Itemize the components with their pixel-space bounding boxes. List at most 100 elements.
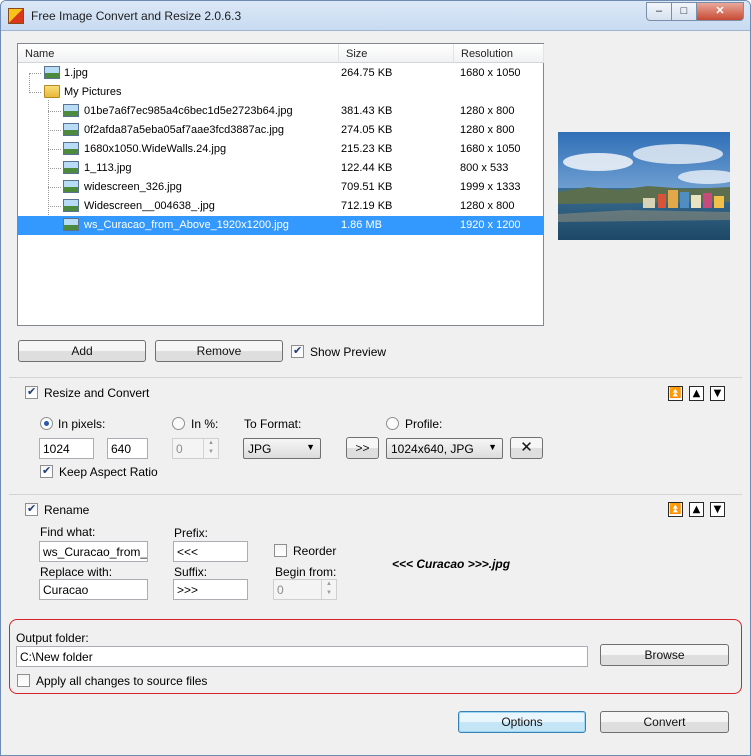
file-resolution: 800 x 533 (460, 162, 509, 174)
file-row[interactable]: Widescreen__004638_.jpg 712.19 KB 1280 x… (18, 197, 543, 216)
file-size: 122.44 KB (341, 162, 393, 174)
apply-all-checkbox[interactable] (17, 674, 30, 687)
file-size: 381.43 KB (341, 105, 393, 117)
begin-from-value: 0 (277, 583, 284, 597)
column-header-size[interactable]: Size (339, 44, 454, 63)
output-folder-input[interactable]: C:\New folder (16, 646, 588, 667)
rename-title: Rename (44, 503, 90, 517)
file-name: 01be7a6f7ec985a4c6bec1d5e2723b64.jpg (84, 105, 293, 117)
keep-aspect-checkbox[interactable] (40, 464, 53, 478)
suffix-input[interactable]: >>> (173, 579, 248, 600)
profile-label: Profile: (405, 417, 443, 431)
file-size: 712.19 KB (341, 200, 393, 212)
folder-icon (44, 85, 60, 98)
prefix-input[interactable]: <<< (173, 541, 248, 562)
file-row-selected[interactable]: ws_Curacao_from_Above_1920x1200.jpg 1.86… (18, 216, 543, 235)
file-size: 215.23 KB (341, 143, 393, 155)
remove-button[interactable]: Remove (155, 340, 283, 362)
profile-radio[interactable] (386, 417, 399, 430)
reorder-label: Reorder (293, 544, 337, 558)
resize-convert-checkbox[interactable] (25, 385, 38, 399)
file-name: widescreen_326.jpg (84, 181, 182, 193)
move-section-top-icon[interactable]: ⏫ (668, 386, 683, 401)
file-row[interactable]: 1_113.jpg 122.44 KB 800 x 533 (18, 159, 543, 178)
file-row[interactable]: 0f2afda87a5eba05af7aae3fcd3887ac.jpg 274… (18, 121, 543, 140)
delete-profile-button[interactable]: ✕ (510, 437, 543, 459)
stepper-down-icon[interactable]: ▼ (204, 448, 218, 457)
image-file-icon (63, 180, 79, 193)
height-input[interactable]: 640 (107, 438, 148, 459)
browse-button[interactable]: Browse (600, 644, 729, 666)
file-list[interactable]: Name Size Resolution 1.jpg 264.75 KB 168… (17, 43, 544, 326)
rename-result-preview: <<< Curacao >>>.jpg (392, 557, 511, 571)
file-size: 1.86 MB (341, 219, 382, 231)
window-title: Free Image Convert and Resize 2.0.6.3 (31, 9, 242, 23)
stepper-down-icon[interactable]: ▼ (322, 589, 336, 598)
in-pixels-radio[interactable] (40, 417, 53, 430)
file-row[interactable]: 1680x1050.WideWalls.24.jpg 215.23 KB 168… (18, 140, 543, 159)
in-pixels-label: In pixels: (58, 417, 106, 431)
stepper-up-icon[interactable]: ▲ (204, 439, 218, 448)
suffix-label: Suffix: (174, 565, 208, 579)
in-percent-radio[interactable] (172, 417, 185, 430)
stepper-up-icon[interactable]: ▲ (322, 580, 336, 589)
file-resolution: 1920 x 1200 (460, 219, 521, 231)
find-what-input[interactable]: ws_Curacao_from_Ab (39, 541, 148, 562)
percent-stepper[interactable]: 0 ▲ ▼ (172, 438, 219, 459)
folder-row[interactable]: My Pictures (18, 83, 543, 102)
file-size: 709.51 KB (341, 181, 393, 193)
move-section-down-icon[interactable]: ▼ (710, 502, 725, 517)
convert-button[interactable]: Convert (600, 711, 729, 733)
file-resolution: 1280 x 800 (460, 105, 515, 117)
width-input[interactable]: 1024 (39, 438, 94, 459)
file-row[interactable]: 1.jpg 264.75 KB 1680 x 1050 (18, 64, 543, 83)
profile-select[interactable]: 1024x640, JPG ▼ (386, 438, 503, 459)
app-window: Free Image Convert and Resize 2.0.6.3 – … (0, 0, 751, 756)
image-file-icon (63, 199, 79, 212)
apply-profile-button[interactable]: >> (346, 437, 379, 459)
move-section-down-icon[interactable]: ▼ (710, 386, 725, 401)
stepper-arrows[interactable]: ▲ ▼ (321, 580, 336, 599)
in-percent-label: In %: (191, 417, 219, 431)
image-file-icon (63, 123, 79, 136)
begin-from-stepper[interactable]: 0 ▲ ▼ (273, 579, 337, 600)
replace-with-input[interactable]: Curacao (39, 579, 148, 600)
minimize-button[interactable]: – (646, 2, 672, 21)
image-preview (558, 132, 730, 240)
show-preview-checkbox[interactable] (291, 344, 304, 358)
file-row[interactable]: 01be7a6f7ec985a4c6bec1d5e2723b64.jpg 381… (18, 102, 543, 121)
image-file-icon (63, 161, 79, 174)
add-button[interactable]: Add (18, 340, 146, 362)
reorder-checkbox[interactable] (274, 544, 287, 557)
replace-with-label: Replace with: (40, 565, 113, 579)
output-folder-label: Output folder: (16, 631, 89, 645)
column-header-resolution[interactable]: Resolution (454, 44, 544, 63)
image-file-icon (44, 66, 60, 79)
options-button[interactable]: Options (458, 711, 586, 733)
move-section-up-icon[interactable]: ▲ (689, 386, 704, 401)
title-bar[interactable]: Free Image Convert and Resize 2.0.6.3 – … (1, 1, 750, 31)
file-size: 274.05 KB (341, 124, 393, 136)
stepper-arrows[interactable]: ▲ ▼ (203, 439, 218, 458)
move-section-up-icon[interactable]: ▲ (689, 502, 704, 517)
find-what-label: Find what: (40, 525, 96, 539)
file-resolution: 1680 x 1050 (460, 67, 521, 79)
show-preview-label: Show Preview (310, 345, 387, 359)
preview-picture (558, 132, 730, 240)
file-name: 0f2afda87a5eba05af7aae3fcd3887ac.jpg (84, 124, 285, 136)
image-file-icon (63, 218, 79, 231)
move-section-top-icon[interactable]: ⏫ (668, 502, 683, 517)
file-name: 1_113.jpg (84, 162, 132, 174)
file-name: Widescreen__004638_.jpg (84, 200, 215, 212)
format-select[interactable]: JPG ▼ (243, 438, 321, 459)
column-header-name[interactable]: Name (18, 44, 339, 63)
close-button[interactable]: ✕ (696, 2, 744, 21)
maximize-button[interactable]: □ (671, 2, 697, 21)
chevron-down-icon: ▼ (488, 442, 497, 452)
rename-checkbox[interactable] (25, 502, 38, 516)
file-row[interactable]: widescreen_326.jpg 709.51 KB 1999 x 1333 (18, 178, 543, 197)
image-file-icon (63, 142, 79, 155)
file-resolution: 1999 x 1333 (460, 181, 521, 193)
file-name: 1680x1050.WideWalls.24.jpg (84, 143, 227, 155)
profile-value: 1024x640, JPG (391, 442, 474, 456)
